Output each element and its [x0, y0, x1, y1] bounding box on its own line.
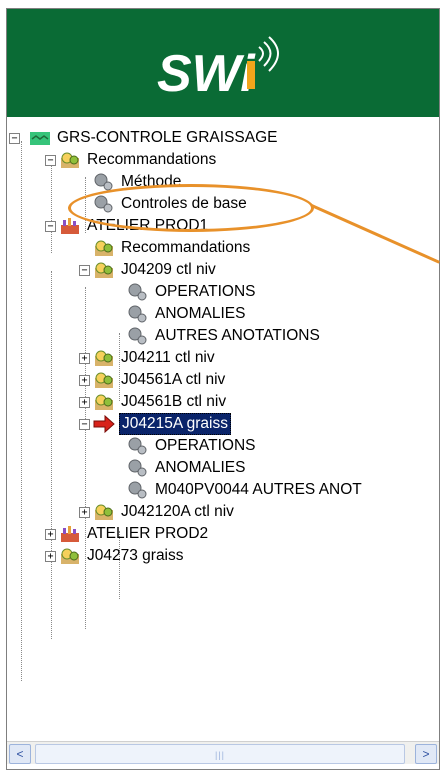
- gear-folder-icon: [95, 394, 113, 410]
- tree-node-label: J04215A graiss: [119, 413, 231, 435]
- tree-node-label: ANOMALIES: [155, 459, 246, 476]
- svg-text:SWi: SWi: [157, 45, 256, 103]
- grip-icon: |||: [214, 750, 226, 760]
- expand-toggle[interactable]: +: [79, 507, 90, 518]
- gear-icon: [128, 481, 147, 499]
- tree-node[interactable]: AUTRES ANOTATIONS: [127, 325, 322, 347]
- app-header: SWi: [7, 9, 439, 117]
- tree-node-root[interactable]: − GRS-CONTROLE GRAISSAGE: [9, 127, 279, 149]
- expand-toggle[interactable]: +: [45, 529, 56, 540]
- swi-logo: SWi: [157, 36, 279, 103]
- collapse-toggle[interactable]: −: [9, 133, 20, 144]
- collapse-toggle[interactable]: −: [45, 155, 56, 166]
- tree-node-selected[interactable]: − J04215A graiss: [79, 413, 231, 435]
- gear-icon: [128, 327, 147, 345]
- tree-node-label: M040PV0044 AUTRES ANOT: [155, 481, 362, 498]
- tree-node-label: OPERATIONS: [155, 283, 256, 300]
- scroll-left-button[interactable]: <: [9, 744, 31, 764]
- gear-icon: [128, 283, 147, 301]
- tree-node[interactable]: ANOMALIES: [127, 303, 247, 325]
- gear-icon: [128, 305, 147, 323]
- gear-icon: [128, 459, 147, 477]
- expand-toggle[interactable]: +: [45, 551, 56, 562]
- tree-node-label: OPERATIONS: [155, 437, 256, 454]
- tree-node-label: AUTRES ANOTATIONS: [155, 327, 320, 344]
- workshop-icon: [61, 526, 79, 542]
- tree-node[interactable]: + J04273 graiss: [45, 545, 186, 567]
- tree-node-label: J04209 ctl niv: [121, 261, 216, 278]
- gear-folder-icon: [95, 350, 113, 366]
- gear-folder-icon: [61, 548, 79, 564]
- expand-toggle[interactable]: +: [79, 375, 90, 386]
- scroll-thumb[interactable]: |||: [35, 744, 405, 764]
- gear-folder-icon: [95, 262, 113, 278]
- tree-node[interactable]: + J04561B ctl niv: [79, 391, 228, 413]
- gear-folder-icon: [95, 504, 113, 520]
- expand-toggle[interactable]: +: [79, 353, 90, 364]
- root-flag-icon: [30, 132, 50, 145]
- tree-node[interactable]: OPERATIONS: [127, 435, 257, 457]
- tree-node-label: ATELIER PROD2: [87, 525, 209, 542]
- tree-node[interactable]: − Recommandations: [45, 149, 218, 171]
- red-arrow-icon: [93, 414, 115, 434]
- tree-node[interactable]: M040PV0044 AUTRES ANOT: [127, 479, 364, 501]
- tree-node[interactable]: + J042120A ctl niv: [79, 501, 236, 523]
- tree-node-label: J04561A ctl niv: [121, 371, 226, 388]
- tree-node[interactable]: + J04561A ctl niv: [79, 369, 227, 391]
- tree-node-label: Recommandations: [121, 239, 251, 256]
- tree-node[interactable]: ANOMALIES: [127, 457, 247, 479]
- tree-node[interactable]: + J04211 ctl niv: [79, 347, 217, 369]
- collapse-toggle[interactable]: −: [45, 221, 56, 232]
- tree-node-label: Recommandations: [87, 151, 217, 168]
- expand-toggle[interactable]: +: [79, 397, 90, 408]
- workshop-icon: [61, 218, 79, 234]
- tree-node[interactable]: OPERATIONS: [127, 281, 257, 303]
- gear-icon: [128, 437, 147, 455]
- tree-node[interactable]: + ATELIER PROD2: [45, 523, 210, 545]
- horizontal-scrollbar[interactable]: < ||| >: [7, 741, 439, 764]
- scroll-right-button[interactable]: >: [415, 744, 437, 764]
- tree-panel: SWi − GRS-CONTROLE GRAISSAGE − Recommand…: [6, 8, 440, 770]
- annotation-highlight-ellipse: [68, 184, 314, 232]
- tree-node-label: GRS-CONTROLE GRAISSAGE: [57, 129, 278, 146]
- gear-folder-icon: [95, 240, 113, 256]
- tree-node[interactable]: Recommandations: [93, 237, 252, 259]
- collapse-toggle[interactable]: −: [79, 265, 90, 276]
- tree-node-label: ANOMALIES: [155, 305, 246, 322]
- tree-node-label: J04561B ctl niv: [121, 393, 227, 410]
- tree-node-label: J04273 graiss: [87, 547, 184, 564]
- collapse-toggle[interactable]: −: [79, 419, 90, 430]
- gear-folder-icon: [95, 372, 113, 388]
- tree-node[interactable]: − J04209 ctl niv: [79, 259, 218, 281]
- tree-node-label: J042120A ctl niv: [121, 503, 234, 520]
- tree-node-label: J04211 ctl niv: [121, 349, 215, 366]
- gear-folder-icon: [61, 152, 79, 168]
